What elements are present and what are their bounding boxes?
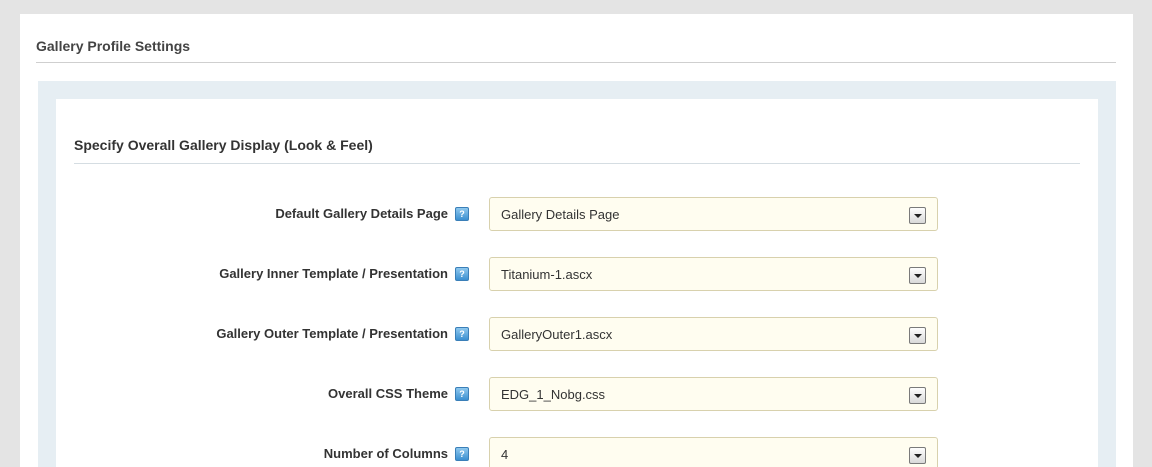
chevron-down-icon[interactable]: [909, 327, 926, 344]
select-value: 4: [501, 447, 509, 462]
help-icon[interactable]: ?: [455, 387, 469, 401]
settings-panel: Specify Overall Gallery Display (Look & …: [38, 81, 1116, 467]
page-divider: [36, 62, 1116, 63]
select-value: Gallery Details Page: [501, 207, 620, 222]
help-icon[interactable]: ?: [455, 327, 469, 341]
section-title: Specify Overall Gallery Display (Look & …: [74, 137, 373, 153]
select-value: EDG_1_Nobg.css: [501, 387, 606, 402]
chevron-down-icon[interactable]: [909, 267, 926, 284]
setting-row-css-theme: Overall CSS Theme ? EDG_1_Nobg.css: [56, 377, 1098, 411]
settings-page: Gallery Profile Settings Specify Overall…: [20, 14, 1133, 467]
help-icon[interactable]: ?: [455, 207, 469, 221]
select-value: GalleryOuter1.ascx: [501, 327, 613, 342]
inner-template-select[interactable]: Titanium-1.ascx: [489, 257, 938, 291]
setting-label: Gallery Inner Template / Presentation: [219, 266, 448, 281]
setting-row-number-of-columns: Number of Columns ? 4: [56, 437, 1098, 467]
css-theme-select[interactable]: EDG_1_Nobg.css: [489, 377, 938, 411]
chevron-down-icon[interactable]: [909, 207, 926, 224]
setting-row-inner-template: Gallery Inner Template / Presentation ? …: [56, 257, 1098, 291]
setting-label: Gallery Outer Template / Presentation: [216, 326, 448, 341]
setting-label: Overall CSS Theme: [328, 386, 448, 401]
setting-row-outer-template: Gallery Outer Template / Presentation ? …: [56, 317, 1098, 351]
setting-label: Number of Columns: [323, 446, 448, 461]
setting-label: Default Gallery Details Page: [275, 206, 448, 221]
select-value: Titanium-1.ascx: [501, 267, 593, 282]
outer-template-select[interactable]: GalleryOuter1.ascx: [489, 317, 938, 351]
display-settings-section: Specify Overall Gallery Display (Look & …: [56, 99, 1098, 467]
chevron-down-icon[interactable]: [909, 447, 926, 464]
help-icon[interactable]: ?: [455, 267, 469, 281]
default-details-page-select[interactable]: Gallery Details Page: [489, 197, 938, 231]
page-title: Gallery Profile Settings: [36, 38, 191, 54]
chevron-down-icon[interactable]: [909, 387, 926, 404]
setting-row-default-details-page: Default Gallery Details Page ? Gallery D…: [56, 197, 1098, 231]
section-divider: [74, 163, 1080, 164]
help-icon[interactable]: ?: [455, 447, 469, 461]
number-of-columns-select[interactable]: 4: [489, 437, 938, 467]
